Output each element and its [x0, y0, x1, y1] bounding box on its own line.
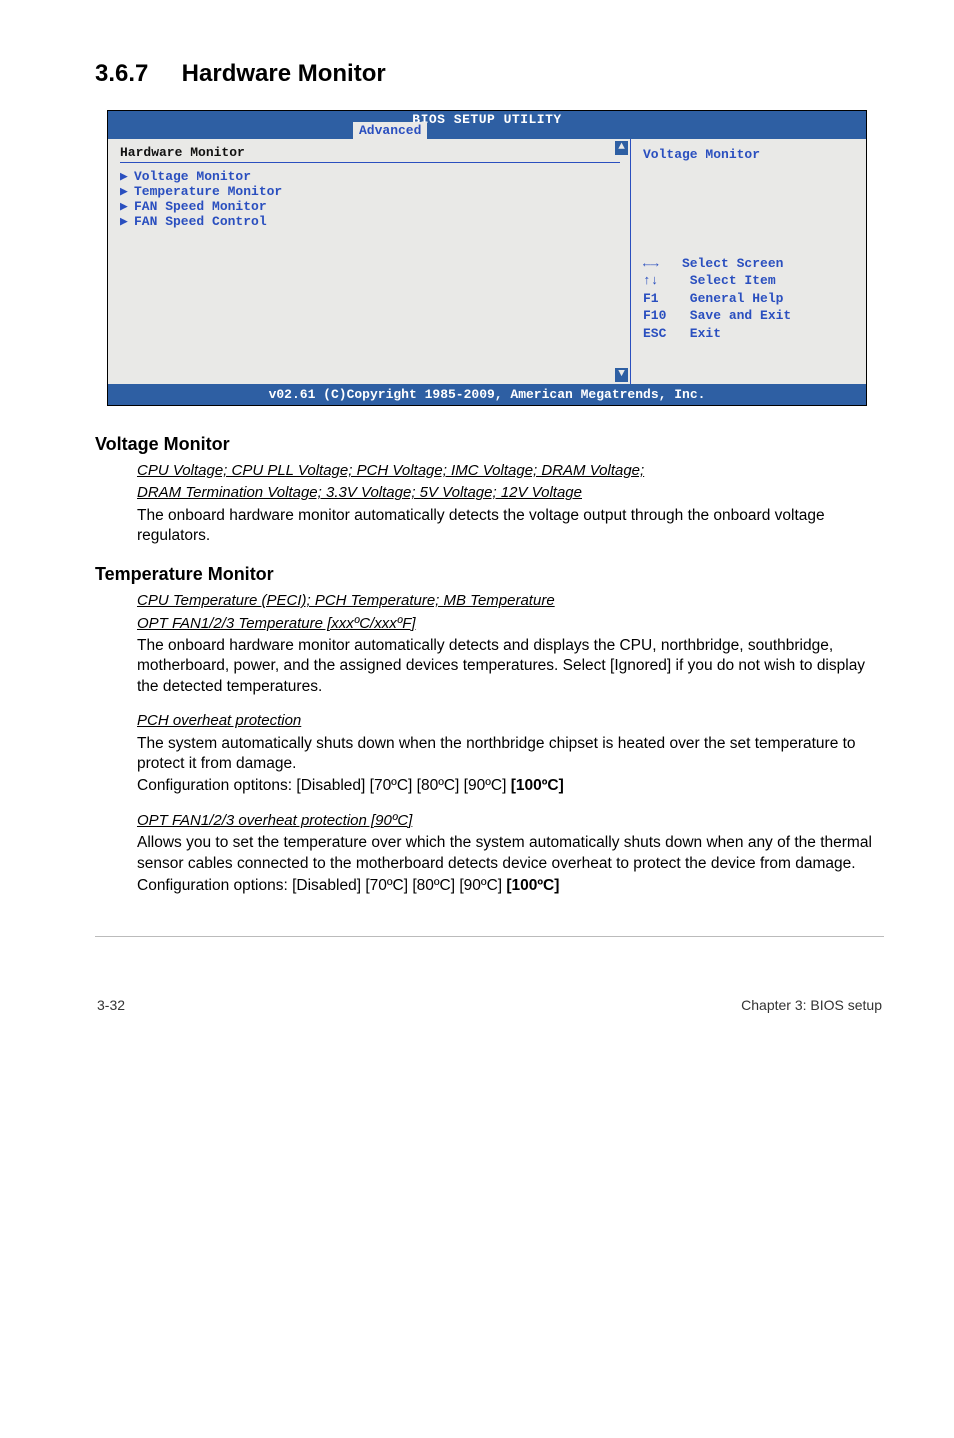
voltage-body: The onboard hardware monitor automatical…: [137, 506, 884, 547]
temp-item2-config: Configuration optitons: [Disabled] [70ºC…: [137, 776, 884, 796]
bios-menu-item: ▶Voltage Monitor: [120, 169, 620, 184]
section-heading: 3.6.7 Hardware Monitor: [95, 60, 884, 88]
temperature-monitor-heading: Temperature Monitor: [95, 564, 884, 585]
key-help-line: ←→ Select Screen: [643, 256, 783, 271]
bios-menu-label: Voltage Monitor: [134, 169, 251, 184]
bios-footer: v02.61 (C)Copyright 1985-2009, American …: [108, 384, 866, 405]
bios-key-help: ←→ Select Screen ↑↓ Select Item F1 Gener…: [643, 237, 856, 360]
bios-menu-item: ▶Temperature Monitor: [120, 184, 620, 199]
bios-context-help: Voltage Monitor: [643, 147, 856, 162]
voltage-monitor-heading: Voltage Monitor: [95, 434, 884, 455]
key-help-line: F10 Save and Exit: [643, 308, 791, 323]
bios-title: BIOS SETUP UTILITY: [412, 112, 561, 127]
section-title-text: Hardware Monitor: [182, 60, 386, 87]
scroll-up-icon: ▲: [615, 141, 628, 155]
temp-item1-title: OPT FAN1/2/3 Temperature [xxxºC/xxxºF]: [137, 614, 884, 634]
bios-menu-item: ▶FAN Speed Monitor: [120, 199, 620, 214]
bios-titlebar: BIOS SETUP UTILITY Advanced: [108, 111, 866, 139]
temp-item3-config: Configuration options: [Disabled] [70ºC]…: [137, 876, 884, 896]
voltage-item-title: DRAM Termination Voltage; 3.3V Voltage; …: [137, 483, 884, 503]
key-help-line: ↑↓ Select Item: [643, 273, 776, 288]
bios-left-panel: ▲ Hardware Monitor ▶Voltage Monitor ▶Tem…: [108, 139, 631, 384]
temp-item1-title: CPU Temperature (PECI); PCH Temperature;…: [137, 591, 884, 611]
config-default: [100ºC]: [506, 877, 559, 894]
triangle-icon: ▶: [120, 184, 134, 199]
section-number: 3.6.7: [95, 60, 175, 88]
divider: [120, 162, 620, 163]
voltage-item-title: CPU Voltage; CPU PLL Voltage; PCH Voltag…: [137, 461, 884, 481]
bios-screenshot: BIOS SETUP UTILITY Advanced ▲ Hardware M…: [107, 110, 867, 406]
bios-menu-item: ▶FAN Speed Control: [120, 214, 620, 229]
triangle-icon: ▶: [120, 169, 134, 184]
triangle-icon: ▶: [120, 199, 134, 214]
config-default: [100ºC]: [511, 777, 564, 794]
key-help-line: F1 General Help: [643, 291, 783, 306]
temp-item3-body: Allows you to set the temperature over w…: [137, 833, 884, 874]
config-options-text: Configuration optitons: [Disabled] [70ºC…: [137, 777, 511, 794]
bios-menu-label: FAN Speed Monitor: [134, 199, 267, 214]
temp-item3-title: OPT FAN1/2/3 overheat protection [90ºC]: [137, 811, 884, 831]
temp-item2-title: PCH overheat protection: [137, 711, 884, 731]
chapter-label: Chapter 3: BIOS setup: [741, 997, 882, 1013]
bios-left-heading: Hardware Monitor: [120, 145, 620, 160]
bios-tab-advanced: Advanced: [353, 122, 427, 139]
scroll-down-icon: ▼: [615, 368, 628, 382]
triangle-icon: ▶: [120, 214, 134, 229]
bios-menu-label: Temperature Monitor: [134, 184, 282, 199]
page-number: 3-32: [97, 997, 125, 1013]
config-options-text: Configuration options: [Disabled] [70ºC]…: [137, 877, 506, 894]
footer-divider: [95, 936, 884, 937]
bios-menu-label: FAN Speed Control: [134, 214, 267, 229]
temp-item2-body: The system automatically shuts down when…: [137, 734, 884, 775]
key-help-line: ESC Exit: [643, 326, 721, 341]
temp-item1-body: The onboard hardware monitor automatical…: [137, 636, 884, 697]
bios-right-panel: Voltage Monitor ←→ Select Screen ↑↓ Sele…: [631, 139, 866, 384]
